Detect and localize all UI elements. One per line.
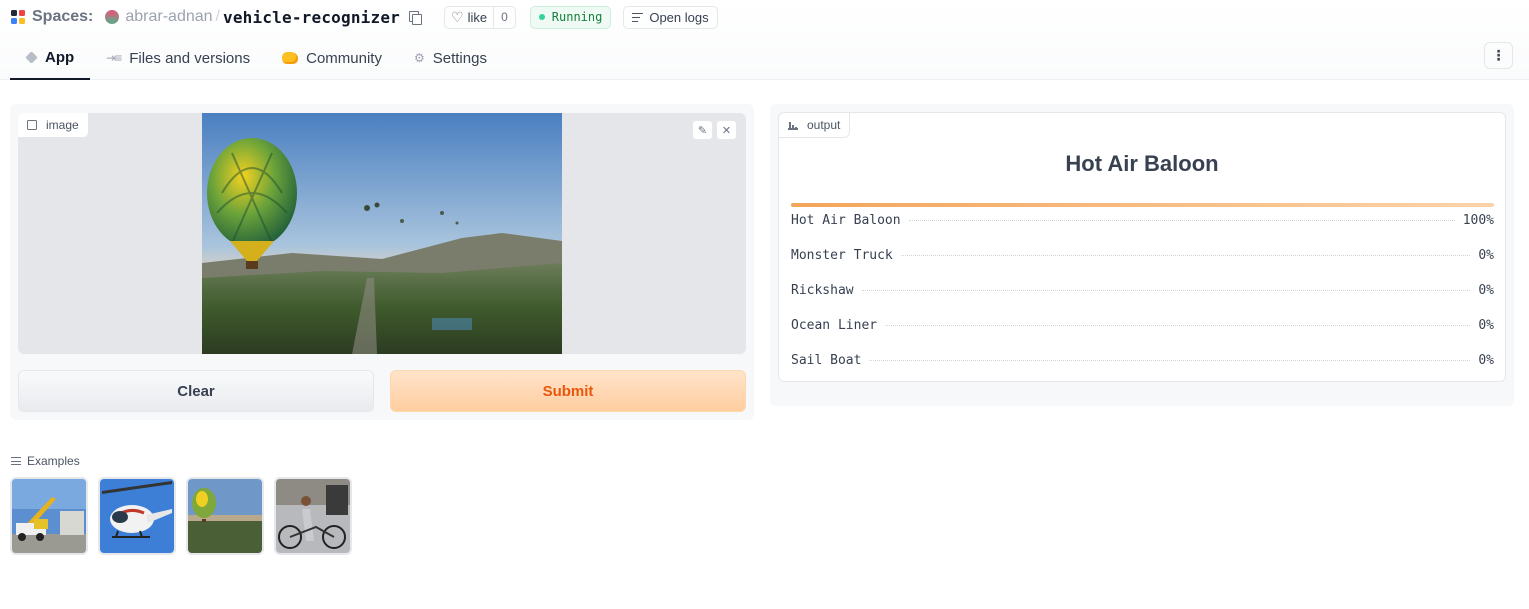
tab-community-label: Community — [306, 49, 382, 67]
uploaded-image — [202, 113, 562, 354]
examples-header: Examples — [11, 454, 80, 468]
tab-community[interactable]: Community — [266, 38, 398, 78]
space-title-row: Spaces: abrar-adnan / vehicle-recognizer… — [11, 5, 718, 29]
space-name-link[interactable]: vehicle-recognizer — [223, 8, 400, 27]
bar-chart-icon — [788, 121, 798, 130]
confidence-label: Rickshaw — [791, 283, 854, 298]
confidence-label: Monster Truck — [791, 248, 893, 263]
output-label: output — [807, 118, 841, 132]
confidence-row[interactable]: Monster Truck 0% — [791, 238, 1494, 273]
like-button[interactable]: ♡ like 0 — [444, 5, 516, 29]
edit-button[interactable]: ✎ — [692, 120, 713, 140]
owner-avatar — [105, 10, 120, 24]
example-thumbnail-crane-truck[interactable] — [10, 477, 88, 555]
space-tabs: App ⇥≡ Files and versions Community ⚙ Se… — [10, 38, 503, 80]
list-icon — [11, 457, 21, 466]
tab-settings-label: Settings — [432, 49, 487, 67]
example-thumbnail-helicopter[interactable] — [98, 477, 176, 555]
confidence-list: Hot Air Baloon 100% Monster Truck 0% Ricks… — [791, 203, 1494, 378]
image-label-chip: image — [18, 113, 89, 138]
image-input[interactable]: image ✎ ✕ — [18, 113, 746, 354]
output-label-component: output Hot Air Baloon Hot Air Baloon 100%… — [778, 112, 1506, 382]
confidence-label: Sail Boat — [791, 353, 862, 368]
submit-button[interactable]: Submit — [390, 370, 746, 412]
path-separator: / — [215, 8, 220, 25]
predicted-label: Hot Air Baloon — [1065, 151, 1219, 176]
status-badge: Running — [529, 5, 612, 29]
confidence-row[interactable]: Rickshaw 0% — [791, 273, 1494, 308]
confidence-bar — [791, 203, 1494, 207]
confidence-row[interactable]: Ocean Liner 0% — [791, 308, 1494, 343]
crane-truck-image — [12, 479, 86, 553]
cube-icon — [25, 50, 38, 64]
tab-settings[interactable]: ⚙ Settings — [398, 38, 503, 78]
helicopter-image — [100, 479, 174, 553]
example-thumbnail-hot-air-balloon[interactable] — [186, 477, 264, 555]
copy-icon[interactable] — [408, 10, 422, 25]
owner-link[interactable]: abrar-adnan — [125, 8, 212, 26]
confidence-label: Hot Air Baloon — [791, 213, 901, 228]
logs-icon — [632, 12, 644, 22]
examples-label: Examples — [27, 454, 80, 468]
clear-button[interactable]: Clear — [18, 370, 374, 412]
tab-app[interactable]: App — [10, 38, 91, 80]
remove-image-button[interactable]: ✕ — [716, 120, 737, 140]
confidence-label: Ocean Liner — [791, 318, 878, 333]
rickshaw-image — [276, 479, 350, 553]
status-dot-icon — [538, 14, 545, 20]
spaces-logo-icon[interactable] — [11, 9, 26, 25]
like-count[interactable]: 0 — [493, 6, 515, 28]
heart-icon: ♡ — [451, 8, 464, 25]
files-icon: ⇥≡ — [106, 51, 122, 65]
image-icon — [27, 120, 37, 130]
kebab-menu-icon: ⋮ — [1491, 47, 1506, 63]
pencil-icon: ✎ — [697, 124, 708, 137]
tab-files[interactable]: ⇥≡ Files and versions — [90, 38, 266, 78]
confidence-percent: 0% — [1478, 318, 1494, 333]
output-label-chip: output — [779, 113, 851, 138]
tab-app-label: App — [45, 48, 75, 66]
like-label: like — [467, 9, 488, 25]
open-logs-label: Open logs — [649, 9, 709, 25]
open-logs-button[interactable]: Open logs — [623, 5, 718, 29]
close-icon: ✕ — [721, 124, 732, 137]
more-options-button[interactable]: ⋮ — [1484, 42, 1513, 69]
confidence-percent: 0% — [1478, 353, 1494, 368]
space-header: Spaces: abrar-adnan / vehicle-recognizer… — [0, 0, 1529, 80]
confidence-percent: 100% — [1462, 213, 1494, 228]
image-label: image — [46, 118, 79, 132]
confidence-percent: 0% — [1478, 283, 1494, 298]
confidence-percent: 0% — [1478, 248, 1494, 263]
example-thumbnail-rickshaw[interactable] — [274, 477, 352, 555]
hot-air-balloon-image — [188, 479, 262, 553]
confidence-row[interactable]: Sail Boat 0% — [791, 343, 1494, 378]
gear-icon: ⚙ — [413, 51, 425, 65]
community-icon — [282, 52, 299, 64]
tab-files-label: Files and versions — [129, 49, 251, 67]
spaces-link[interactable]: Spaces: — [32, 8, 93, 26]
status-text: Running — [551, 10, 603, 24]
confidence-row[interactable]: Hot Air Baloon 100% — [791, 203, 1494, 238]
